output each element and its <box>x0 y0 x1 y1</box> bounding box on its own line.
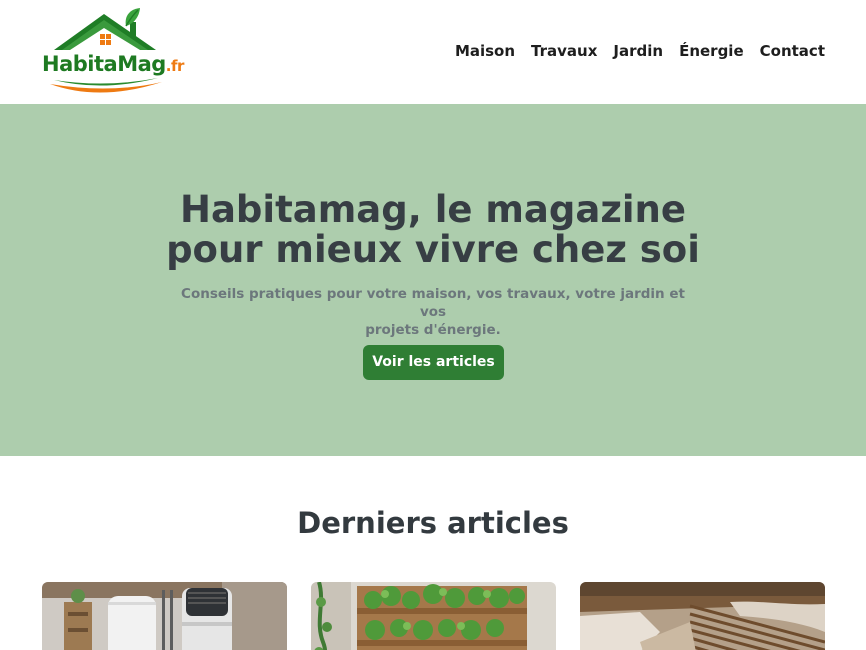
nav-link-energie[interactable]: Énergie <box>679 40 744 62</box>
hero-title-line1: Habitamag, le magazine <box>180 188 686 231</box>
article-card-image-3[interactable] <box>580 582 825 650</box>
nav-link-maison[interactable]: Maison <box>455 40 515 62</box>
nav-link-jardin[interactable]: Jardin <box>613 40 663 62</box>
logo-text-habita: Habita <box>42 52 118 76</box>
renovation-wall-photo <box>580 582 825 650</box>
vertical-garden-photo <box>311 582 556 650</box>
hero-title: Habitamag, le magazine pour mieux vivre … <box>0 190 866 270</box>
nav-link-contact[interactable]: Contact <box>760 40 825 62</box>
site-header: HabitaMag.fr Maison Travaux Jardin Énerg… <box>0 0 866 104</box>
hero-subtitle-line2: projets d'énergie. <box>365 322 501 338</box>
latest-articles-heading: Derniers articles <box>297 506 569 540</box>
house-roof-icon <box>50 14 162 93</box>
logo-text-mag: Mag <box>117 52 166 76</box>
view-articles-button[interactable]: Voir les articles <box>363 345 504 380</box>
water-heater-photo <box>42 582 287 650</box>
hero-title-line2: pour mieux vivre chez soi <box>166 228 700 271</box>
main-nav: Maison Travaux Jardin Énergie Contact <box>439 40 825 62</box>
hero-subtitle: Conseils pratiques pour votre maison, vo… <box>170 285 696 339</box>
article-card-image-2[interactable] <box>311 582 556 650</box>
logo-wordmark: HabitaMag.fr <box>42 52 184 76</box>
article-card-image-1[interactable] <box>42 582 287 650</box>
nav-link-travaux[interactable]: Travaux <box>531 40 597 62</box>
hero-section: Habitamag, le magazine pour mieux vivre … <box>0 104 866 456</box>
leaf-icon <box>125 8 140 27</box>
site-logo[interactable]: HabitaMag.fr <box>40 6 184 96</box>
logo-text-fr: .fr <box>165 57 185 75</box>
hero-subtitle-line1: Conseils pratiques pour votre maison, vo… <box>181 286 685 320</box>
